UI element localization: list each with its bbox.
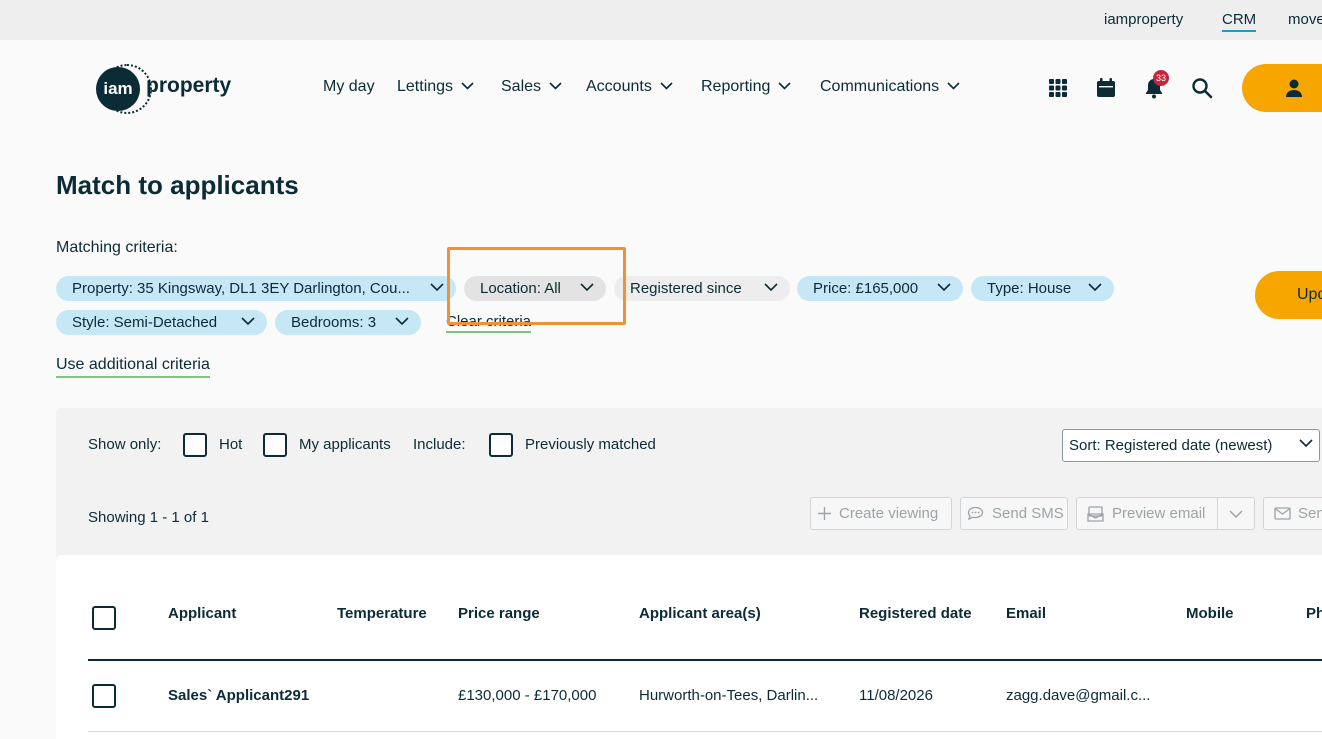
results-count: Showing 1 - 1 of 1	[88, 509, 209, 526]
my-applicants-checkbox[interactable]	[263, 433, 287, 457]
select-all-checkbox[interactable]	[92, 606, 116, 630]
matching-criteria-label: Matching criteria:	[56, 239, 178, 256]
nav-communications[interactable]: Communications	[820, 78, 960, 96]
column-header-price-range[interactable]: Price range	[458, 605, 540, 622]
nav-lettings[interactable]: Lettings	[397, 78, 474, 96]
previously-matched-checkbox[interactable]	[489, 433, 513, 457]
row-email[interactable]: zagg.dave@gmail.c...	[1006, 687, 1150, 704]
chat-bubble-icon	[967, 506, 984, 521]
utility-bar: iamproperty CRM move	[0, 0, 1322, 40]
update-button[interactable]: Upd	[1255, 271, 1322, 319]
hot-label: Hot	[219, 436, 243, 453]
row-price-range: £130,000 - £170,000	[458, 687, 597, 704]
chevron-down-icon	[395, 317, 409, 326]
email-preview-icon	[1087, 506, 1104, 522]
chevron-down-icon	[241, 317, 255, 326]
show-only-label: Show only:	[88, 436, 162, 453]
envelope-icon	[1274, 507, 1291, 520]
logo-word: property	[146, 74, 232, 97]
send-sms-button[interactable]: Send SMS	[960, 497, 1068, 530]
nav-accounts[interactable]: Accounts	[586, 78, 673, 96]
applicants-table	[56, 555, 1322, 739]
nav-label: Reporting	[701, 78, 771, 95]
button-label: Send SMS	[992, 505, 1064, 522]
table-header-divider	[88, 659, 1322, 661]
column-header-email[interactable]: Email	[1006, 605, 1046, 622]
nav-label: Communications	[820, 78, 940, 95]
chip-label: Style: Semi-Detached	[72, 314, 218, 331]
chevron-down-icon	[764, 283, 778, 292]
main-header: iam property My day Lettings Sales Accou…	[0, 40, 1322, 135]
chip-label: Registered since	[630, 280, 742, 297]
calendar-icon[interactable]	[1094, 76, 1118, 100]
sort-value: Sort: Registered date (newest)	[1069, 437, 1273, 454]
include-label: Include:	[413, 436, 466, 453]
chevron-down-icon	[660, 82, 673, 90]
hot-checkbox[interactable]	[183, 433, 207, 457]
chevron-down-icon	[947, 82, 960, 90]
plus-icon	[818, 507, 831, 520]
nav-sales[interactable]: Sales	[501, 78, 562, 96]
utility-link-move[interactable]: move	[1288, 11, 1322, 28]
column-header-mobile[interactable]: Mobile	[1186, 605, 1234, 622]
button-label: Sen	[1298, 505, 1322, 522]
chevron-down-icon	[430, 283, 444, 292]
column-header-registered-date[interactable]: Registered date	[859, 605, 972, 622]
row-registered-date: 11/08/2026	[859, 687, 933, 704]
chevron-down-icon	[937, 283, 951, 292]
row-applicant-area: Hurworth-on-Tees, Darlin...	[639, 687, 819, 704]
user-menu-button[interactable]	[1242, 64, 1322, 112]
sort-select[interactable]: Sort: Registered date (newest)	[1062, 429, 1320, 462]
button-label: Create viewing	[839, 505, 939, 522]
preview-email-button[interactable]: Preview email	[1076, 497, 1218, 530]
chevron-down-icon	[778, 82, 791, 90]
nav-label: Accounts	[586, 78, 652, 95]
apps-grid-icon[interactable]	[1046, 76, 1070, 100]
column-header-temperature[interactable]: Temperature	[337, 605, 427, 622]
nav-label: Sales	[501, 78, 542, 95]
chip-label: Price: £165,000	[813, 280, 919, 297]
email-options-dropdown[interactable]	[1217, 497, 1255, 530]
chip-style[interactable]: Style: Semi-Detached	[56, 310, 267, 335]
table-row-divider	[88, 731, 1322, 732]
column-header-phone[interactable]: Ph	[1306, 605, 1322, 622]
utility-link-iamproperty[interactable]: iamproperty	[1104, 11, 1183, 28]
chevron-down-icon	[1299, 439, 1313, 448]
chevron-down-icon	[1229, 510, 1243, 519]
logo-mark: iam	[96, 67, 140, 111]
chip-label: Bedrooms: 3	[291, 314, 377, 331]
chip-label: Property: 35 Kingsway, DL1 3EY Darlingto…	[72, 280, 410, 297]
row-applicant-name[interactable]: Sales` Applicant291	[168, 687, 309, 704]
page-title: Match to applicants	[56, 170, 299, 200]
previously-matched-label: Previously matched	[525, 436, 656, 453]
use-additional-criteria-link[interactable]: Use additional criteria	[56, 356, 210, 378]
notification-count-badge: 33	[1153, 70, 1169, 86]
utility-link-crm[interactable]: CRM	[1222, 11, 1257, 32]
chevron-down-icon	[461, 82, 474, 90]
button-label: Preview email	[1112, 505, 1206, 522]
chip-label: Type: House	[987, 280, 1072, 297]
create-viewing-button[interactable]: Create viewing	[810, 497, 952, 530]
nav-my-day[interactable]: My day	[323, 78, 375, 96]
chip-type[interactable]: Type: House	[971, 276, 1114, 301]
nav-label: Lettings	[397, 78, 454, 95]
nav-label: My day	[323, 78, 375, 95]
chevron-down-icon	[1088, 283, 1102, 292]
chip-bedrooms[interactable]: Bedrooms: 3	[275, 310, 421, 335]
column-header-applicant-areas[interactable]: Applicant area(s)	[639, 605, 761, 622]
search-icon[interactable]	[1190, 76, 1214, 100]
iamproperty-logo[interactable]: iam property	[96, 64, 236, 114]
nav-reporting[interactable]: Reporting	[701, 78, 791, 96]
row-checkbox[interactable]	[92, 684, 116, 708]
my-applicants-label: My applicants	[299, 436, 391, 453]
highlight-box	[447, 247, 626, 325]
send-email-button[interactable]: Sen	[1263, 497, 1322, 530]
user-icon	[1286, 79, 1302, 97]
chip-property[interactable]: Property: 35 Kingsway, DL1 3EY Darlingto…	[56, 276, 456, 301]
column-header-applicant[interactable]: Applicant	[168, 605, 236, 622]
chip-registered-since[interactable]: Registered since	[614, 276, 790, 301]
chevron-down-icon	[549, 82, 562, 90]
chip-price[interactable]: Price: £165,000	[797, 276, 963, 301]
